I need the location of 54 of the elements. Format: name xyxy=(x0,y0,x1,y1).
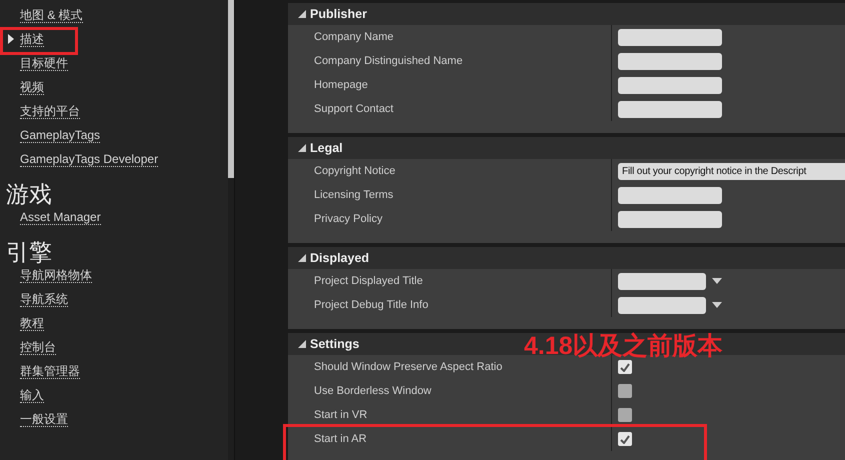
collapse-triangle-icon[interactable] xyxy=(298,340,306,348)
selected-arrow-icon xyxy=(8,34,14,44)
sidebar-link[interactable]: GameplayTags xyxy=(20,128,100,142)
checkbox[interactable] xyxy=(618,432,632,446)
sidebar-link[interactable]: Asset Manager xyxy=(20,210,101,224)
property-label: Copyright Notice xyxy=(288,159,612,183)
section-title[interactable]: Settings xyxy=(310,337,360,351)
text-field[interactable] xyxy=(618,186,722,204)
checkbox[interactable] xyxy=(618,384,632,398)
property-label: Homepage xyxy=(288,73,612,97)
sidebar-link[interactable]: GameplayTags Developer xyxy=(20,152,158,166)
property-label: Licensing Terms xyxy=(288,183,612,207)
collapse-triangle-icon[interactable] xyxy=(298,144,306,152)
collapse-triangle-icon[interactable] xyxy=(298,254,306,262)
text-field[interactable] xyxy=(618,100,722,118)
section-title[interactable]: Legal xyxy=(310,141,343,155)
sidebar-link[interactable]: 导航系统 xyxy=(20,292,68,306)
collapse-triangle-icon[interactable] xyxy=(298,10,306,18)
section-title[interactable]: Displayed xyxy=(310,251,370,265)
property-label: Project Displayed Title xyxy=(288,269,612,293)
text-field[interactable] xyxy=(618,272,706,290)
sidebar-link[interactable]: 一般设置 xyxy=(20,412,68,426)
text-field[interactable] xyxy=(618,76,722,94)
property-label: Start in VR xyxy=(288,403,612,427)
property-label: Start in AR xyxy=(288,427,612,451)
checkbox[interactable] xyxy=(618,408,632,422)
text-field[interactable] xyxy=(618,210,722,228)
checkbox[interactable] xyxy=(618,360,632,374)
sidebar-link[interactable]: 群集管理器 xyxy=(20,364,80,378)
property-label: Use Borderless Window xyxy=(288,379,612,403)
property-label: Company Distinguished Name xyxy=(288,49,612,73)
sidebar-link[interactable]: 支持的平台 xyxy=(20,104,80,118)
section-title[interactable]: Publisher xyxy=(310,7,367,21)
sidebar-link[interactable]: 导航网格物体 xyxy=(20,268,92,282)
category-heading: 引擎 xyxy=(5,238,53,263)
text-field[interactable]: Fill out your copyright notice in the Descript xyxy=(618,162,845,180)
text-field[interactable] xyxy=(618,296,706,314)
sidebar-link[interactable]: 地图 & 模式 xyxy=(20,8,83,22)
category-heading: 游戏 xyxy=(5,180,53,205)
property-label: Project Debug Title Info xyxy=(288,293,612,317)
caret-icon[interactable] xyxy=(712,278,722,284)
text-field[interactable] xyxy=(618,52,722,70)
caret-icon[interactable] xyxy=(712,302,722,308)
property-label: Support Contact xyxy=(288,97,612,121)
text-field[interactable] xyxy=(618,28,722,46)
sidebar-link[interactable]: 输入 xyxy=(20,388,44,402)
property-label: Privacy Policy xyxy=(288,207,612,231)
scrollbar-thumb[interactable] xyxy=(228,0,234,178)
sidebar-link[interactable]: 目标硬件 xyxy=(20,56,68,70)
property-label: Company Name xyxy=(288,25,612,49)
sidebar-link[interactable]: 描述 xyxy=(20,32,44,46)
sidebar-link[interactable]: 控制台 xyxy=(20,340,56,354)
sidebar-link[interactable]: 教程 xyxy=(20,316,44,330)
sidebar-link[interactable]: 视频 xyxy=(20,80,44,94)
